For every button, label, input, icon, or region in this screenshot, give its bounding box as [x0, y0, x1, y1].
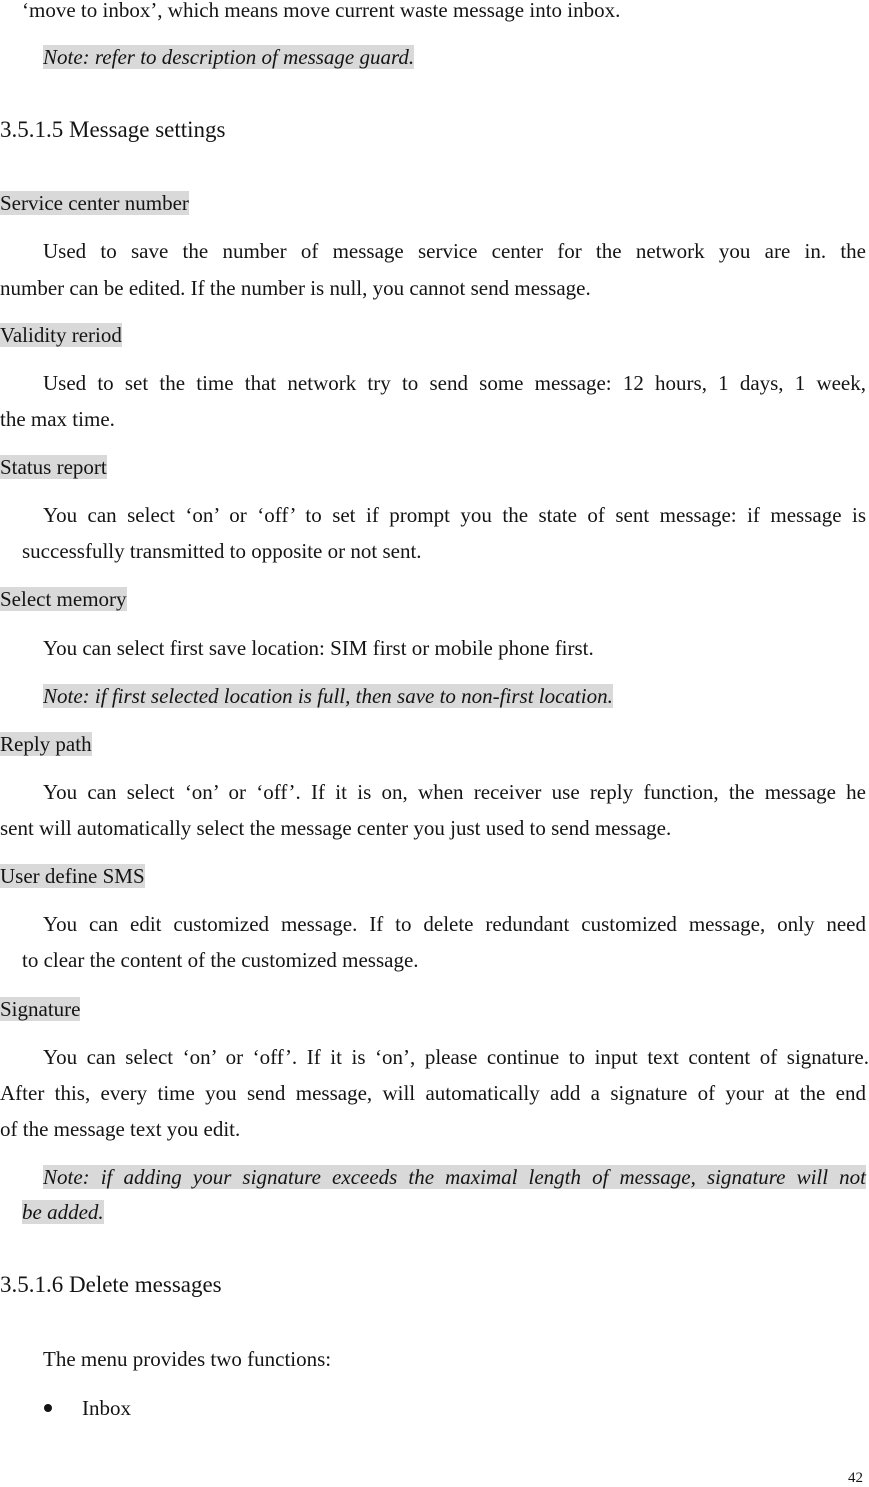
page-number: 42 [848, 1470, 863, 1486]
term-user-define-sms: User define SMS [0, 864, 145, 888]
bullet-label: Inbox [82, 1396, 131, 1420]
intro-line: ‘move to inbox’, which means move curren… [22, 0, 621, 22]
term-status-report: Status report [0, 455, 107, 479]
body-line: number can be edited. If the number is n… [0, 276, 591, 300]
intro-note: Note: refer to description of message gu… [43, 45, 415, 69]
section-intro: The menu provides two functions: [43, 1347, 332, 1371]
term-reply-path: Reply path [0, 732, 92, 756]
term-signature: Signature [0, 997, 81, 1021]
body-line: to clear the content of the customized m… [22, 948, 419, 972]
body-line: sent will automatically select the messa… [0, 816, 672, 840]
body-line: You can select first save location: SIM … [43, 636, 594, 660]
body-line: Used to set the time that network try to… [43, 371, 866, 395]
section-heading-delete-messages: 3.5.1.6 Delete messages [0, 1272, 222, 1297]
section-heading-message-settings: 3.5.1.5 Message settings [0, 117, 226, 142]
body-line: the max time. [0, 407, 115, 431]
bullet-icon [44, 1404, 52, 1413]
note-select-memory: Note: if first selected location is full… [43, 684, 613, 708]
body-line: You can select ‘on’ or ‘off’. If it is ‘… [43, 1045, 869, 1069]
term-select-memory: Select memory [0, 587, 127, 611]
body-line: successfully transmitted to opposite or … [22, 539, 422, 563]
note-signature: Note: if adding your signature exceeds t… [43, 1165, 866, 1189]
term-service-center-number: Service center number [0, 191, 189, 215]
note-signature-cont: be added. [22, 1200, 104, 1224]
body-line: You can select ‘on’ or ‘off’. If it is o… [43, 780, 866, 804]
body-line: You can select ‘on’ or ‘off’ to set if p… [43, 503, 866, 527]
term-validity-period: Validity reriod [0, 323, 122, 347]
body-line: of the message text you edit. [0, 1117, 241, 1141]
bullet-item: Inbox [44, 1396, 131, 1420]
body-line: You can edit customized message. If to d… [43, 912, 866, 936]
body-line: After this, every time you send message,… [0, 1081, 866, 1105]
body-line: Used to save the number of message servi… [43, 239, 866, 263]
